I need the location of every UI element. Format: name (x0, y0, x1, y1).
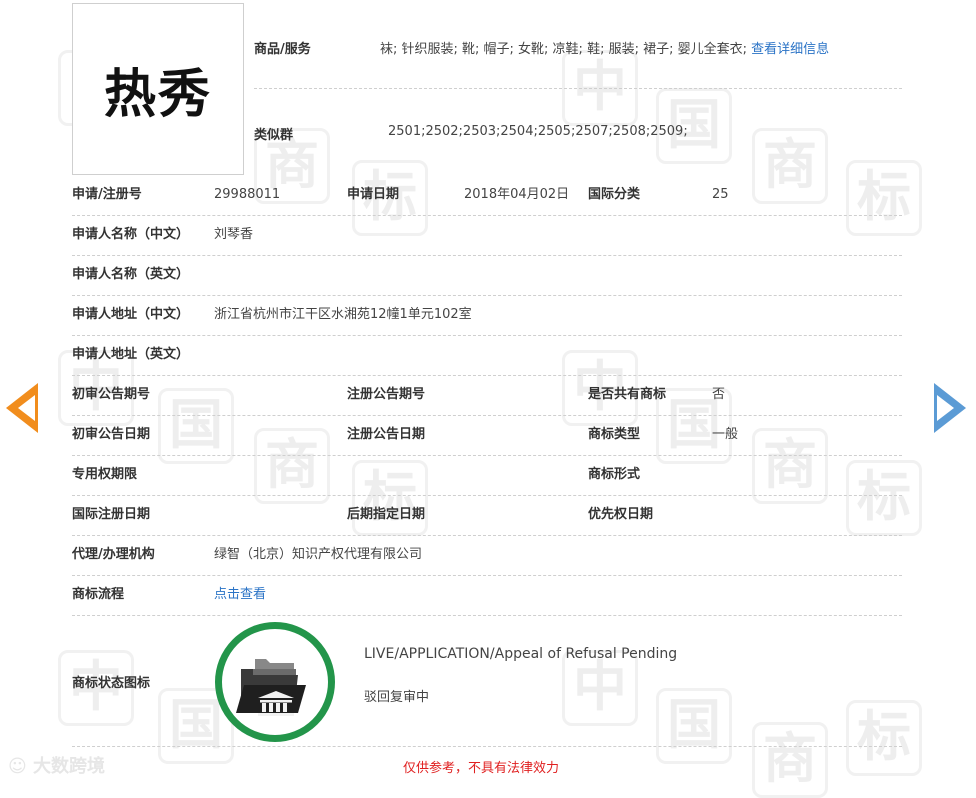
detail-row: 申请人地址（英文） (72, 335, 902, 376)
prelim-date-label: 初审公告日期 (72, 427, 151, 442)
intl-class-value: 25 (712, 187, 729, 202)
later-date-label: 后期指定日期 (347, 507, 426, 522)
similar-group-row: 类似群 2501;2502;2503;2504;2505;2507;2508;2… (254, 89, 902, 175)
source-watermark: ☺ 大数跨境 (8, 752, 105, 778)
reg-pub-no-label: 注册公告期号 (347, 387, 426, 402)
applicant-en-label: 申请人名称（英文） (72, 267, 190, 282)
reg-pub-date-label: 注册公告日期 (347, 427, 426, 442)
app-date-label: 申请日期 (347, 187, 400, 202)
goods-label: 商品/服务 (254, 42, 311, 57)
view-process-link[interactable]: 点击查看 (214, 575, 266, 615)
similar-group-value: 2501;2502;2503;2504;2505;2507;2508;2509; (388, 124, 688, 139)
reg-no-value: 29988011 (214, 187, 281, 202)
detail-row: 专用权期限 商标形式 (72, 455, 902, 496)
tm-type-value: 一般 (712, 427, 739, 442)
goods-list: 袜; 针织服装; 靴; 帽子; 女靴; 凉鞋; 鞋; 服装; 裙子; 婴儿全套衣… (380, 42, 747, 57)
detail-row: 国际注册日期 后期指定日期 优先权日期 (72, 495, 902, 536)
disclaimer-text: 仅供参考，不具有法律效力 (403, 761, 560, 776)
shared-value: 否 (712, 387, 726, 402)
detail-row: 申请/注册号 29988011 申请日期 2018年04月02日 国际分类 25 (72, 175, 902, 216)
detail-row: 申请人名称（中文） 刘琴香 (72, 215, 902, 256)
source-label: 大数跨境 (33, 756, 106, 777)
status-row: 商标状态图标 LIVE/APPLICATION/Appeal of Refusa… (72, 616, 902, 747)
priority-label: 优先权日期 (588, 507, 654, 522)
address-en-label: 申请人地址（英文） (72, 347, 190, 362)
status-ring (215, 622, 335, 742)
status-english: LIVE/APPLICATION/Appeal of Refusal Pendi… (364, 646, 678, 662)
intl-reg-date-label: 国际注册日期 (72, 507, 151, 522)
detail-row: 申请人名称（英文） (72, 255, 902, 296)
detail-row: 申请人地址（中文） 浙江省杭州市江干区水湘苑12幢1单元102室 (72, 295, 902, 336)
process-label: 商标流程 (72, 587, 125, 602)
detail-row: 商标流程 点击查看 (72, 575, 902, 616)
agent-value: 绿智（北京）知识产权代理有限公司 (214, 547, 423, 562)
shared-label: 是否共有商标 (588, 387, 667, 402)
agent-label: 代理/办理机构 (72, 547, 155, 562)
goods-info: 商品/服务 袜; 针织服装; 靴; 帽子; 女靴; 凉鞋; 鞋; 服装; 裙子;… (254, 0, 902, 175)
address-cn-value: 浙江省杭州市江干区水湘苑12幢1单元102室 (214, 307, 472, 322)
status-chinese: 驳回复审中 (364, 690, 430, 705)
applicant-cn-value: 刘琴香 (214, 227, 254, 242)
next-arrow-button[interactable] (934, 383, 966, 433)
intl-class-label: 国际分类 (588, 187, 641, 202)
app-date-value: 2018年04月02日 (464, 187, 570, 202)
view-details-link[interactable]: 查看详细信息 (751, 42, 829, 57)
applicant-cn-label: 申请人名称（中文） (72, 227, 190, 242)
folder-institution-icon (236, 659, 306, 716)
detail-row: 代理/办理机构 绿智（北京）知识产权代理有限公司 (72, 535, 902, 576)
prelim-no-label: 初审公告期号 (72, 387, 151, 402)
exclusive-label: 专用权期限 (72, 467, 138, 482)
address-cn-label: 申请人地址（中文） (72, 307, 190, 322)
source-logo-icon: ☺ (8, 756, 27, 777)
status-label: 商标状态图标 (72, 676, 151, 691)
tm-type-label: 商标类型 (588, 427, 641, 442)
trademark-image: 热秀 (72, 3, 244, 175)
similar-group-label: 类似群 (254, 128, 294, 143)
goods-row: 商品/服务 袜; 针织服装; 靴; 帽子; 女靴; 凉鞋; 鞋; 服装; 裙子;… (254, 0, 902, 89)
trademark-logo-text: 热秀 (103, 63, 212, 125)
goods-value: 袜; 针织服装; 靴; 帽子; 女靴; 凉鞋; 鞋; 服装; 裙子; 婴儿全套衣… (380, 38, 829, 57)
tm-form-label: 商标形式 (588, 467, 641, 482)
previous-arrow-button[interactable] (6, 383, 38, 433)
detail-row: 初审公告期号 注册公告期号 是否共有商标 否 (72, 375, 902, 416)
detail-row: 初审公告日期 注册公告日期 商标类型 一般 (72, 415, 902, 456)
reg-no-label: 申请/注册号 (72, 187, 142, 202)
